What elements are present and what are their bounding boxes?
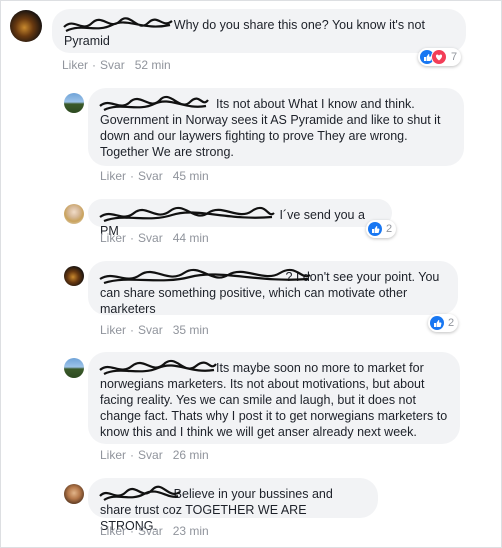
avatar[interactable] bbox=[64, 266, 84, 286]
like-link[interactable]: Liker bbox=[100, 323, 126, 337]
comment-meta: Liker · Svar 35 min bbox=[100, 323, 209, 337]
comment-author-link[interactable]: Maria Anne Robert Robertsen bbox=[99, 206, 279, 223]
separator: · bbox=[130, 169, 135, 183]
timestamp[interactable]: 52 min bbox=[135, 58, 171, 72]
like-link[interactable]: Liker bbox=[100, 524, 126, 538]
reply-link[interactable]: Svar bbox=[138, 323, 163, 337]
comment-author-link[interactable]: Bang Le Kylyn Gia Long Kylyn bbox=[99, 268, 311, 285]
comment-meta: Liker · Svar 45 min bbox=[100, 169, 209, 183]
love-icon bbox=[431, 49, 447, 65]
scribble-redaction bbox=[99, 359, 217, 376]
like-link[interactable]: Liker bbox=[100, 169, 126, 183]
comment-bubble: Maria Anne Robert Robertsen I´ve send yo… bbox=[88, 199, 392, 238]
comment-bubble: Parvin Rhamunde Why do you share this on… bbox=[52, 9, 466, 53]
reply-link[interactable]: Svar bbox=[138, 231, 163, 245]
comment-bubble: Michael Bekkelund Its not about What I k… bbox=[88, 88, 464, 166]
like-link[interactable]: Liker bbox=[100, 448, 126, 462]
avatar[interactable] bbox=[64, 93, 84, 113]
like-link[interactable]: Liker bbox=[100, 231, 126, 245]
timestamp[interactable]: 23 min bbox=[173, 524, 209, 538]
like-icon bbox=[430, 316, 444, 330]
separator: · bbox=[130, 323, 135, 337]
reaction-summary[interactable]: 2 bbox=[428, 314, 459, 332]
reaction-count: 7 bbox=[451, 51, 458, 63]
like-link[interactable]: Liker bbox=[62, 58, 88, 72]
avatar[interactable] bbox=[64, 484, 84, 504]
separator: · bbox=[130, 448, 135, 462]
scribble-redaction bbox=[99, 268, 311, 285]
comment-meta: Liker · Svar 52 min bbox=[62, 58, 171, 72]
scribble-redaction bbox=[99, 206, 275, 223]
reply-link[interactable]: Svar bbox=[138, 169, 163, 183]
comment-bubble: Bang Le Kylyn Gia Long Kylyn ? I don't s… bbox=[88, 261, 458, 316]
reaction-count: 2 bbox=[448, 317, 455, 329]
comment-meta: Liker · Svar 23 min bbox=[100, 524, 209, 538]
reply-link[interactable]: Svar bbox=[138, 524, 163, 538]
timestamp[interactable]: 45 min bbox=[173, 169, 209, 183]
reply-link[interactable]: Svar bbox=[100, 58, 125, 72]
comment-author-link[interactable]: Parvin Rhamunde bbox=[63, 17, 174, 33]
avatar[interactable] bbox=[64, 358, 84, 378]
comment-author-link[interactable]: Michael Bekkelund bbox=[99, 359, 217, 376]
reply-link[interactable]: Svar bbox=[138, 448, 163, 462]
timestamp[interactable]: 35 min bbox=[173, 323, 209, 337]
timestamp[interactable]: 26 min bbox=[173, 448, 209, 462]
comment-bubble: Tracy Phelo Believe in your bussines and… bbox=[88, 478, 378, 533]
reaction-summary[interactable]: 2 bbox=[366, 220, 397, 238]
separator: · bbox=[130, 524, 135, 538]
timestamp[interactable]: 44 min bbox=[173, 231, 209, 245]
separator: · bbox=[130, 231, 135, 245]
like-icon bbox=[368, 222, 382, 236]
comment-meta: Liker · Svar 26 min bbox=[100, 448, 209, 462]
comment-author-link[interactable]: Tracy Phelo bbox=[99, 485, 181, 501]
reaction-summary[interactable]: 7 bbox=[418, 48, 462, 66]
reaction-count: 2 bbox=[386, 223, 393, 235]
comment-bubble: Michael Bekkelund Its maybe soon no more… bbox=[88, 352, 460, 444]
comment-author-link[interactable]: Michael Bekkelund bbox=[99, 95, 216, 112]
comment-meta: Liker · Svar 44 min bbox=[100, 231, 209, 245]
avatar[interactable] bbox=[64, 204, 84, 224]
scribble-redaction bbox=[63, 17, 173, 33]
avatar[interactable] bbox=[10, 10, 42, 42]
scribble-redaction bbox=[99, 95, 209, 112]
separator: · bbox=[92, 58, 97, 72]
scribble-redaction bbox=[99, 485, 181, 501]
